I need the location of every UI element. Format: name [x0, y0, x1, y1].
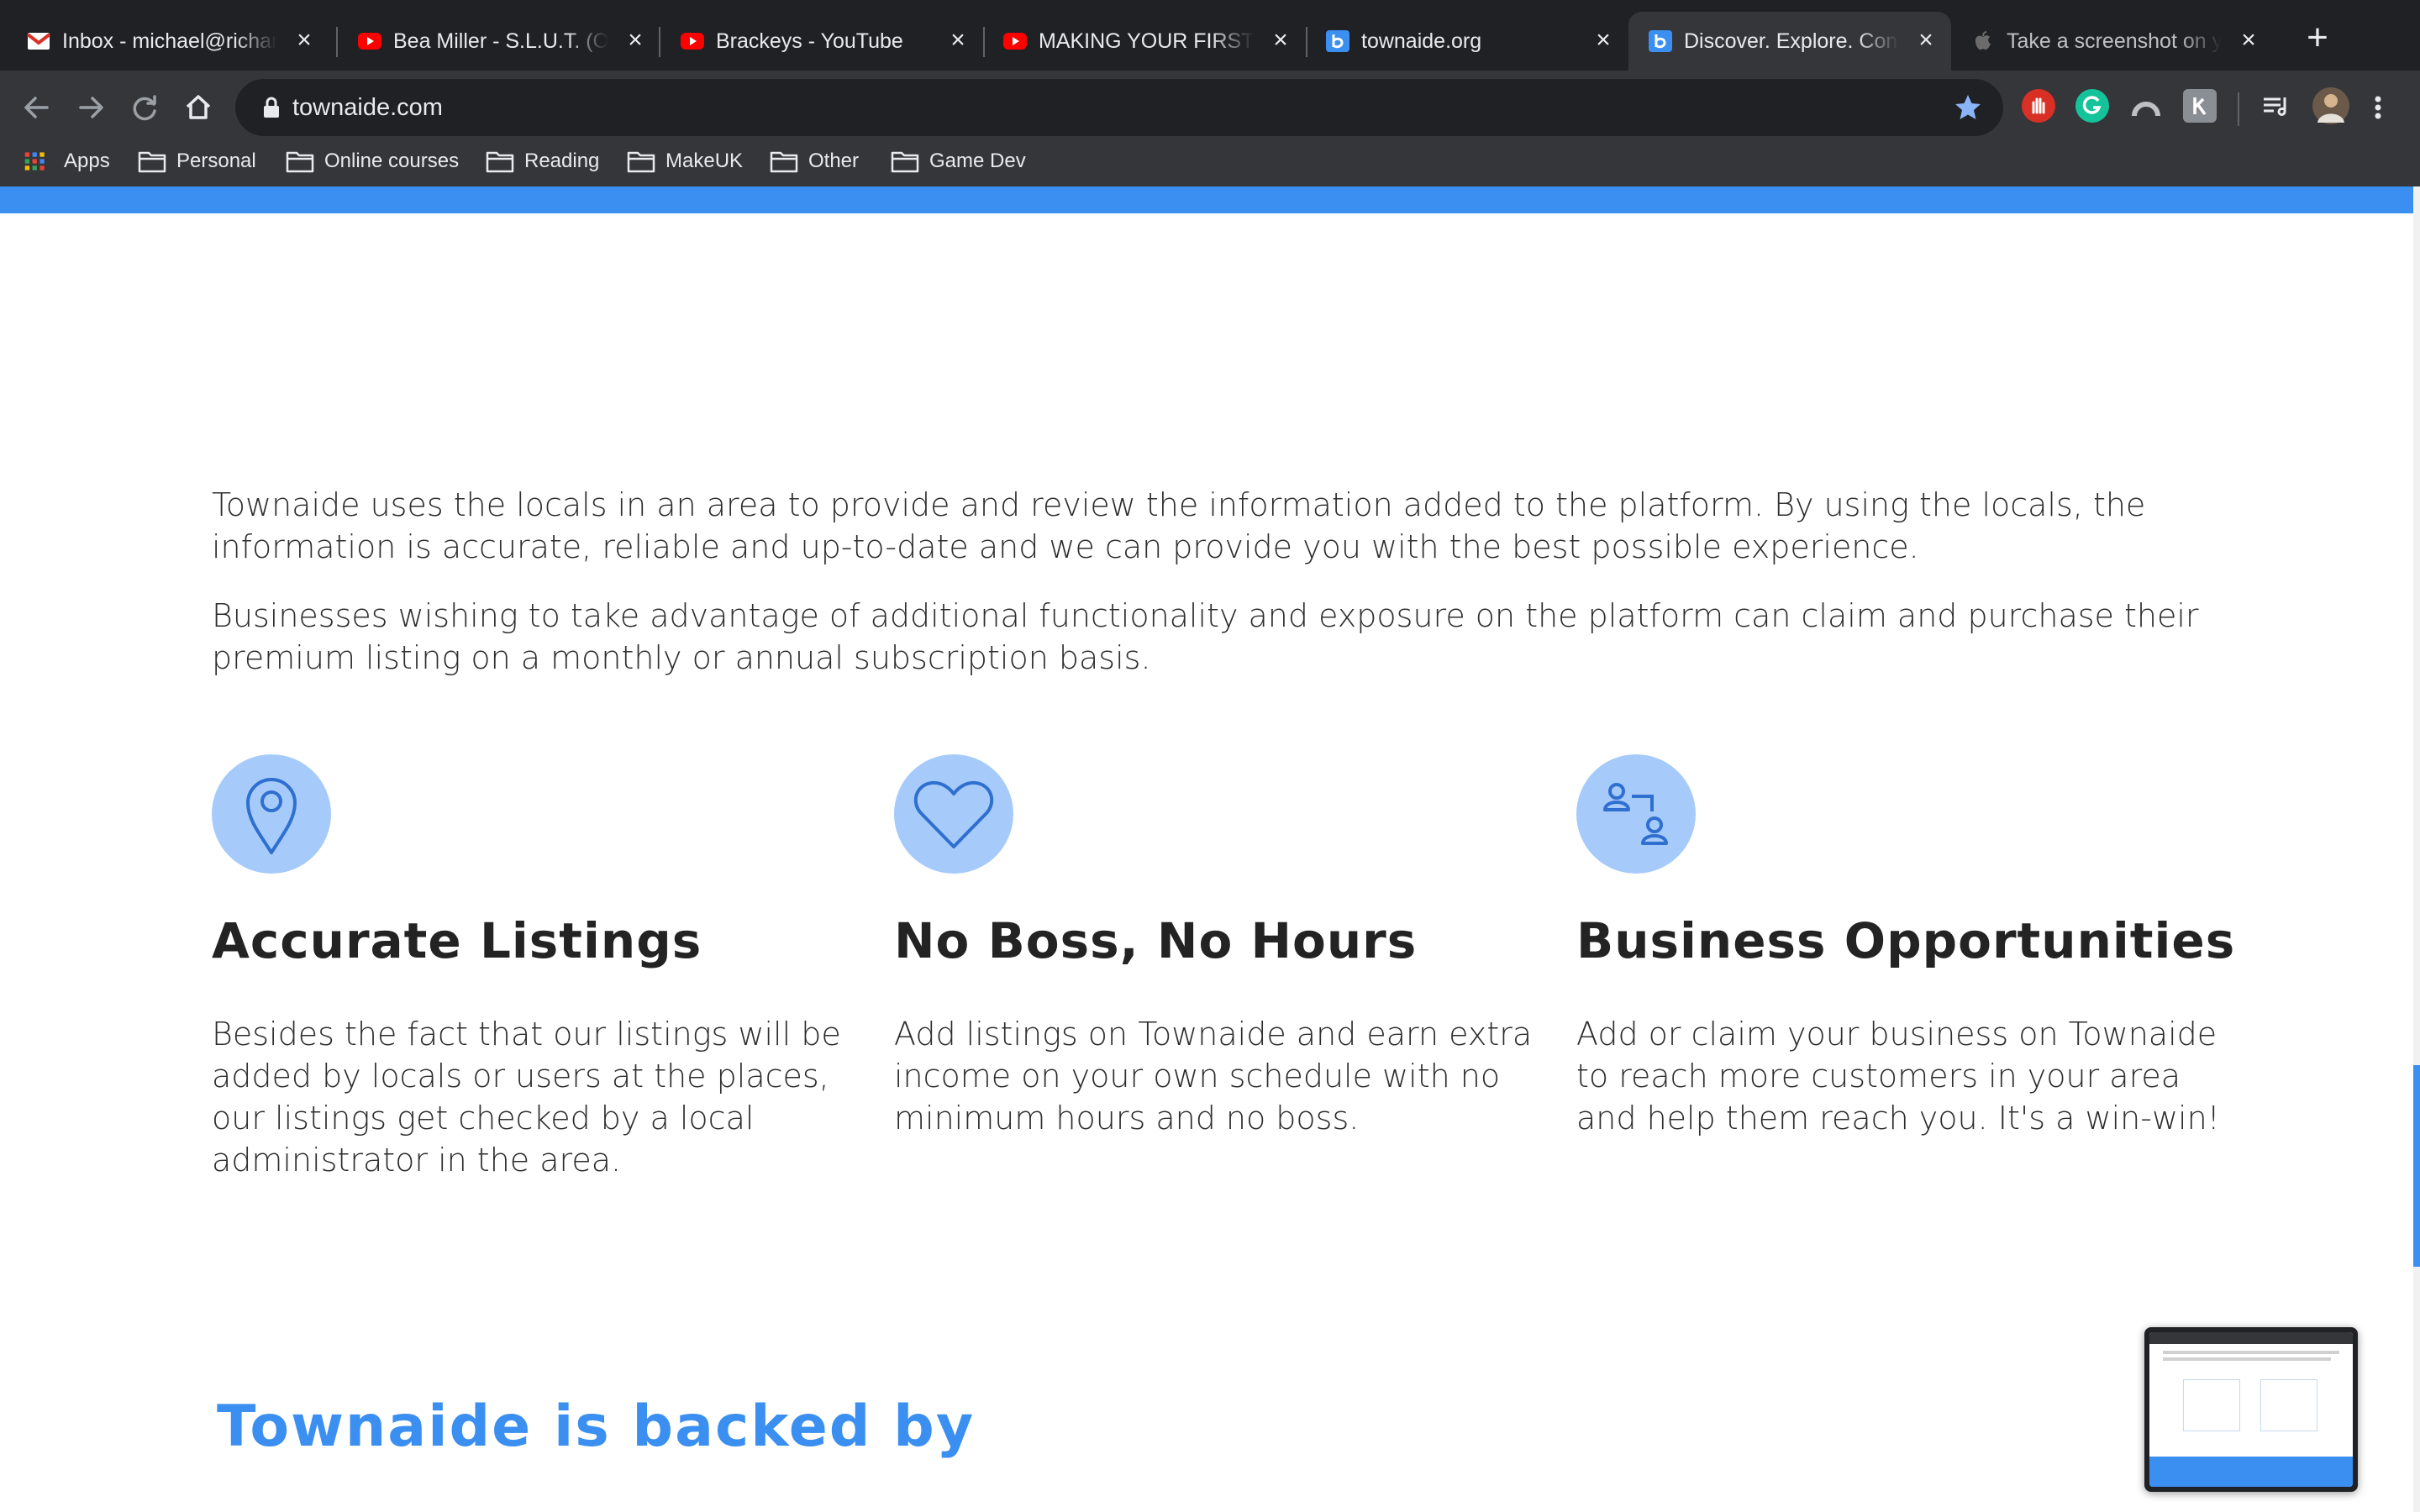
- tab-brackeys[interactable]: Brackeys - YouTube ×: [660, 12, 983, 71]
- close-icon[interactable]: ×: [292, 28, 316, 53]
- avatar[interactable]: [2312, 87, 2349, 124]
- reload-icon: [133, 95, 156, 121]
- back-button[interactable]: [15, 86, 59, 129]
- home-button[interactable]: [176, 86, 220, 129]
- gmail-icon: [27, 33, 50, 50]
- k-letter-icon: [2193, 97, 2207, 116]
- tab-making-your-first[interactable]: MAKING YOUR FIRST LI ×: [983, 12, 1306, 71]
- close-icon[interactable]: ×: [1914, 28, 1938, 53]
- apps-grid-icon: [24, 152, 45, 171]
- close-icon[interactable]: ×: [2237, 28, 2260, 53]
- feature-icon-circle: [212, 754, 331, 874]
- arc-extension-icon[interactable]: [2129, 89, 2163, 123]
- folder-icon: [891, 151, 919, 173]
- new-tab-button[interactable]: +: [2297, 18, 2338, 59]
- feature-icon-circle: [1576, 754, 1696, 874]
- feature-text-business-opportunities: Add or claim your business on Townaide t…: [1576, 1016, 2220, 1137]
- close-icon[interactable]: ×: [623, 28, 647, 53]
- close-icon[interactable]: ×: [946, 28, 970, 53]
- feature-title-accurate-listings: Accurate Listings: [212, 912, 702, 969]
- arrow-left-icon: [24, 97, 49, 118]
- feature-title-no-boss: No Boss, No Hours: [894, 912, 1418, 969]
- k-extension-icon[interactable]: [2183, 89, 2217, 123]
- apple-icon: [1975, 31, 1991, 50]
- page-scrollbar-track[interactable]: [2413, 186, 2420, 1512]
- feature-text-accurate-listings: Besides the fact that our listings will …: [212, 1016, 841, 1179]
- folder-icon: [138, 151, 166, 173]
- grammarly-extension-icon[interactable]: [2075, 89, 2109, 123]
- map-pin-icon: [246, 778, 297, 854]
- forward-button[interactable]: [69, 86, 113, 129]
- townaide-icon: [1649, 30, 1672, 52]
- backed-by-heading: Townaide is backed by: [217, 1394, 976, 1460]
- hand-icon: [2032, 97, 2045, 114]
- townaide-icon: [1326, 30, 1349, 52]
- star-icon[interactable]: [1951, 91, 1985, 124]
- feature-title-business-opportunities: Business Opportunities: [1576, 912, 2236, 969]
- close-icon[interactable]: ×: [1591, 28, 1615, 53]
- arrow-right-icon: [79, 97, 103, 118]
- close-icon[interactable]: ×: [1269, 28, 1292, 53]
- url-text: townaide.com: [292, 94, 443, 121]
- youtube-icon: [1003, 33, 1027, 50]
- tab-take-a-screenshot[interactable]: Take a screenshot on yo ×: [1951, 12, 2274, 71]
- adblock-extension-icon[interactable]: [2022, 89, 2055, 123]
- media-controls-button[interactable]: [2259, 89, 2292, 123]
- address-bar[interactable]: townaide.com: [235, 79, 2003, 136]
- folder-icon: [627, 151, 655, 173]
- tab-strip: Inbox - michael@richarc × Bea Miller - S…: [0, 0, 2420, 71]
- intro-paragraph-businesses: Businesses wishing to take advantage of …: [212, 597, 2199, 676]
- folder-icon: [770, 151, 798, 173]
- folder-icon: [286, 151, 314, 173]
- playlist-icon: [2264, 97, 2286, 116]
- feature-icon-circle: [894, 754, 1013, 874]
- feature-text-no-boss: Add listings on Townaide and earn extra …: [894, 1016, 1533, 1137]
- toolbar-separator: [2238, 92, 2239, 126]
- youtube-icon: [358, 33, 381, 50]
- grammarly-g-icon: [2082, 96, 2102, 114]
- screenshot-thumbnail[interactable]: [2144, 1327, 2358, 1492]
- users-network-icon: [1603, 783, 1668, 845]
- arc-icon: [2132, 102, 2160, 117]
- bookmarks-bar: Apps Personal Online courses Reading Mak…: [0, 134, 2420, 188]
- more-vert-icon: [2375, 96, 2381, 119]
- tab-discover-explore[interactable]: Discover. Explore. Conn ×: [1628, 12, 1951, 71]
- tab-inbox[interactable]: Inbox - michael@richarc ×: [7, 12, 329, 71]
- tab-townaide-org[interactable]: townaide.org ×: [1306, 12, 1628, 71]
- tab-bea-miller[interactable]: Bea Miller - S.L.U.T. (Of ×: [338, 12, 660, 71]
- screenshot-preview: [2149, 1332, 2353, 1487]
- profile-avatar-icon: [2317, 94, 2344, 123]
- youtube-icon: [681, 33, 704, 50]
- menu-button[interactable]: [2361, 86, 2395, 129]
- reload-button[interactable]: [123, 86, 166, 129]
- folder-icon: [486, 151, 514, 173]
- header-accent-bar: [0, 186, 2413, 213]
- heart-icon: [913, 780, 994, 848]
- lock-icon: [264, 97, 279, 118]
- intro-paragraph-locals: Townaide uses the locals in an area to p…: [212, 486, 2146, 565]
- page-scrollbar-thumb[interactable]: [2413, 1065, 2420, 1267]
- home-icon: [186, 95, 211, 119]
